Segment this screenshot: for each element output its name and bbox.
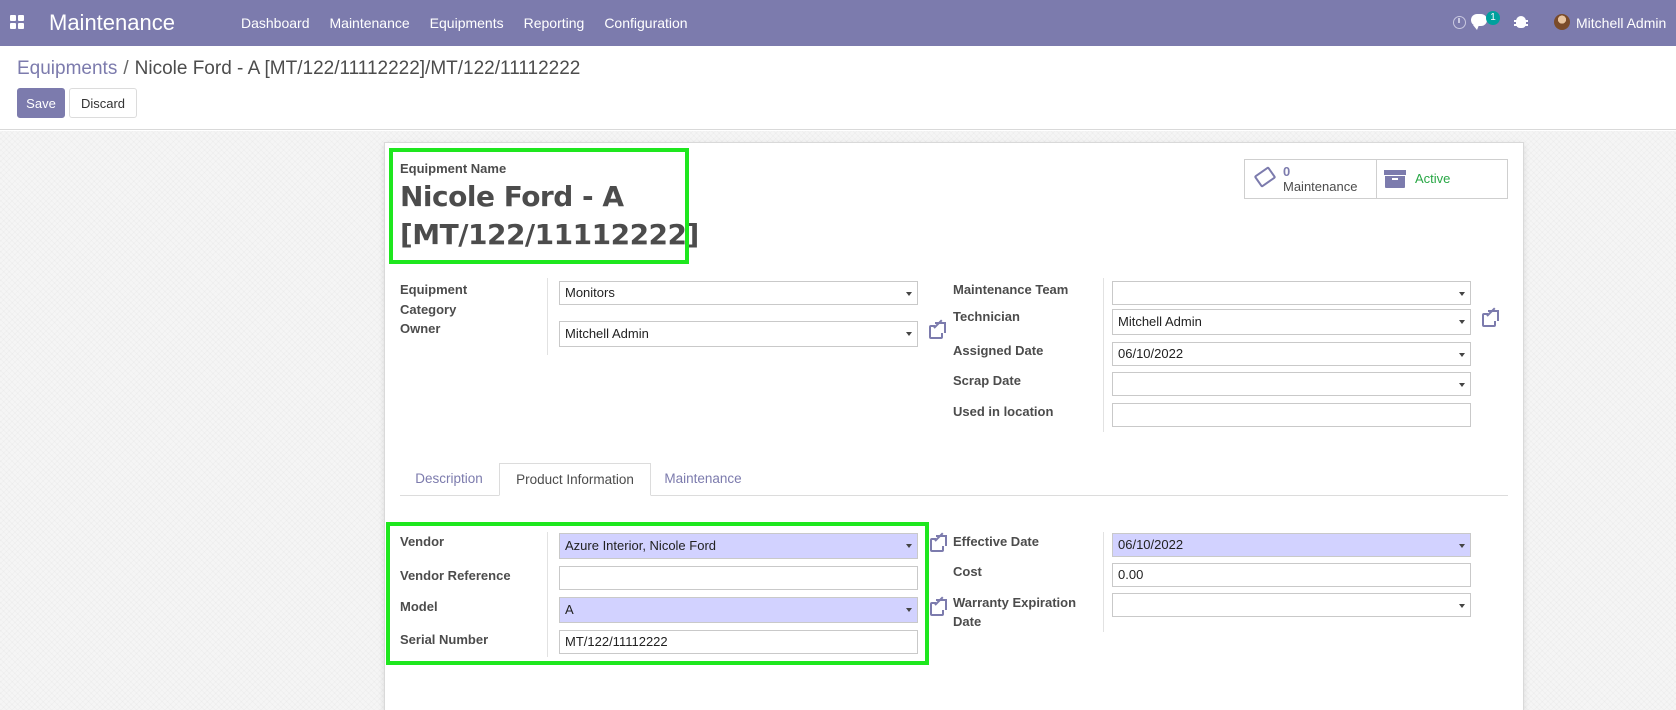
product-right-divider [1103, 532, 1104, 632]
maintenance-smart-button[interactable]: 0 Maintenance [1245, 160, 1377, 198]
category-select[interactable]: Monitors [559, 281, 918, 305]
user-avatar[interactable] [1554, 14, 1570, 30]
category-label-line-2: Category [400, 302, 457, 317]
breadcrumb-separator: / [123, 58, 129, 79]
smart-buttons: 0 Maintenance Active [1244, 159, 1508, 199]
apps-menu-icon[interactable] [10, 15, 24, 29]
menu-item-reporting[interactable]: Reporting [524, 0, 585, 46]
main-menu: Dashboard Maintenance Equipments Reporti… [241, 0, 708, 46]
tab-product-information[interactable]: Product Information [499, 463, 651, 496]
warranty-expiration-label-line-2: Date [953, 614, 982, 629]
breadcrumb: Equipments / Nicole Ford - A [MT/122/11112… [17, 58, 580, 80]
owner-label: Owner [400, 321, 441, 336]
equipment-name-highlight [389, 148, 689, 264]
cost-label: Cost [953, 564, 982, 579]
assigned-date-field[interactable]: 06/10/2022 [1112, 342, 1471, 366]
ticket-icon [1253, 166, 1277, 188]
category-label-line-1: Equipment [400, 282, 468, 297]
vendor-group-highlight [386, 522, 929, 665]
maintenance-count: 0 [1283, 164, 1291, 179]
tab-description[interactable]: Description [400, 463, 498, 496]
effective-date-label: Effective Date [953, 534, 1039, 549]
save-button[interactable]: Save [17, 88, 65, 118]
user-menu[interactable]: Mitchell Admin [1576, 0, 1666, 46]
technician-select[interactable]: Mitchell Admin [1112, 309, 1471, 335]
right-group-divider [1103, 278, 1104, 432]
technician-external-link-icon[interactable] [1482, 307, 1500, 328]
warranty-expiration-date-field[interactable] [1112, 593, 1471, 617]
breadcrumb-equipments-link[interactable]: Equipments [17, 58, 117, 79]
chat-icon[interactable] [1471, 14, 1487, 30]
warranty-expiration-label-line-1: Warranty Expiration [953, 595, 1077, 610]
top-navbar: Maintenance Dashboard Maintenance Equipm… [0, 0, 1676, 46]
menu-item-dashboard[interactable]: Dashboard [241, 0, 310, 46]
activity-clock-icon[interactable] [1453, 16, 1466, 29]
left-group-divider [547, 278, 548, 355]
breadcrumb-current: Nicole Ford - A [MT/122/11112222]/MT/122… [134, 58, 581, 79]
model-external-link-icon[interactable] [930, 596, 948, 617]
control-panel: Equipments / Nicole Ford - A [MT/122/11112… [0, 46, 1676, 130]
vendor-external-link-icon[interactable] [930, 532, 948, 553]
technician-label: Technician [953, 309, 1020, 324]
tab-maintenance[interactable]: Maintenance [652, 463, 754, 496]
owner-external-link-icon[interactable] [929, 319, 947, 340]
scrap-date-field[interactable] [1112, 372, 1471, 396]
owner-select[interactable]: Mitchell Admin [559, 321, 918, 347]
menu-item-equipments[interactable]: Equipments [430, 0, 504, 46]
maintenance-team-label: Maintenance Team [953, 282, 1069, 297]
chat-badge: 1 [1486, 11, 1500, 25]
maintenance-smart-label: Maintenance [1283, 179, 1358, 194]
menu-item-maintenance[interactable]: Maintenance [330, 0, 410, 46]
active-status: Active [1415, 171, 1451, 186]
assigned-date-label: Assigned Date [953, 343, 1044, 358]
debug-bug-icon[interactable] [1514, 16, 1528, 28]
used-in-location-input[interactable] [1112, 403, 1471, 427]
used-in-location-label: Used in location [953, 404, 1054, 419]
menu-item-configuration[interactable]: Configuration [604, 0, 687, 46]
active-toggle-button[interactable]: Active [1377, 160, 1507, 198]
archive-icon [1384, 170, 1406, 188]
maintenance-team-select[interactable] [1112, 281, 1471, 305]
effective-date-field[interactable]: 06/10/2022 [1112, 533, 1471, 557]
scrap-date-label: Scrap Date [953, 373, 1021, 388]
cost-input[interactable]: 0.00 [1112, 563, 1471, 587]
discard-button[interactable]: Discard [69, 88, 137, 118]
app-title[interactable]: Maintenance [49, 10, 175, 36]
